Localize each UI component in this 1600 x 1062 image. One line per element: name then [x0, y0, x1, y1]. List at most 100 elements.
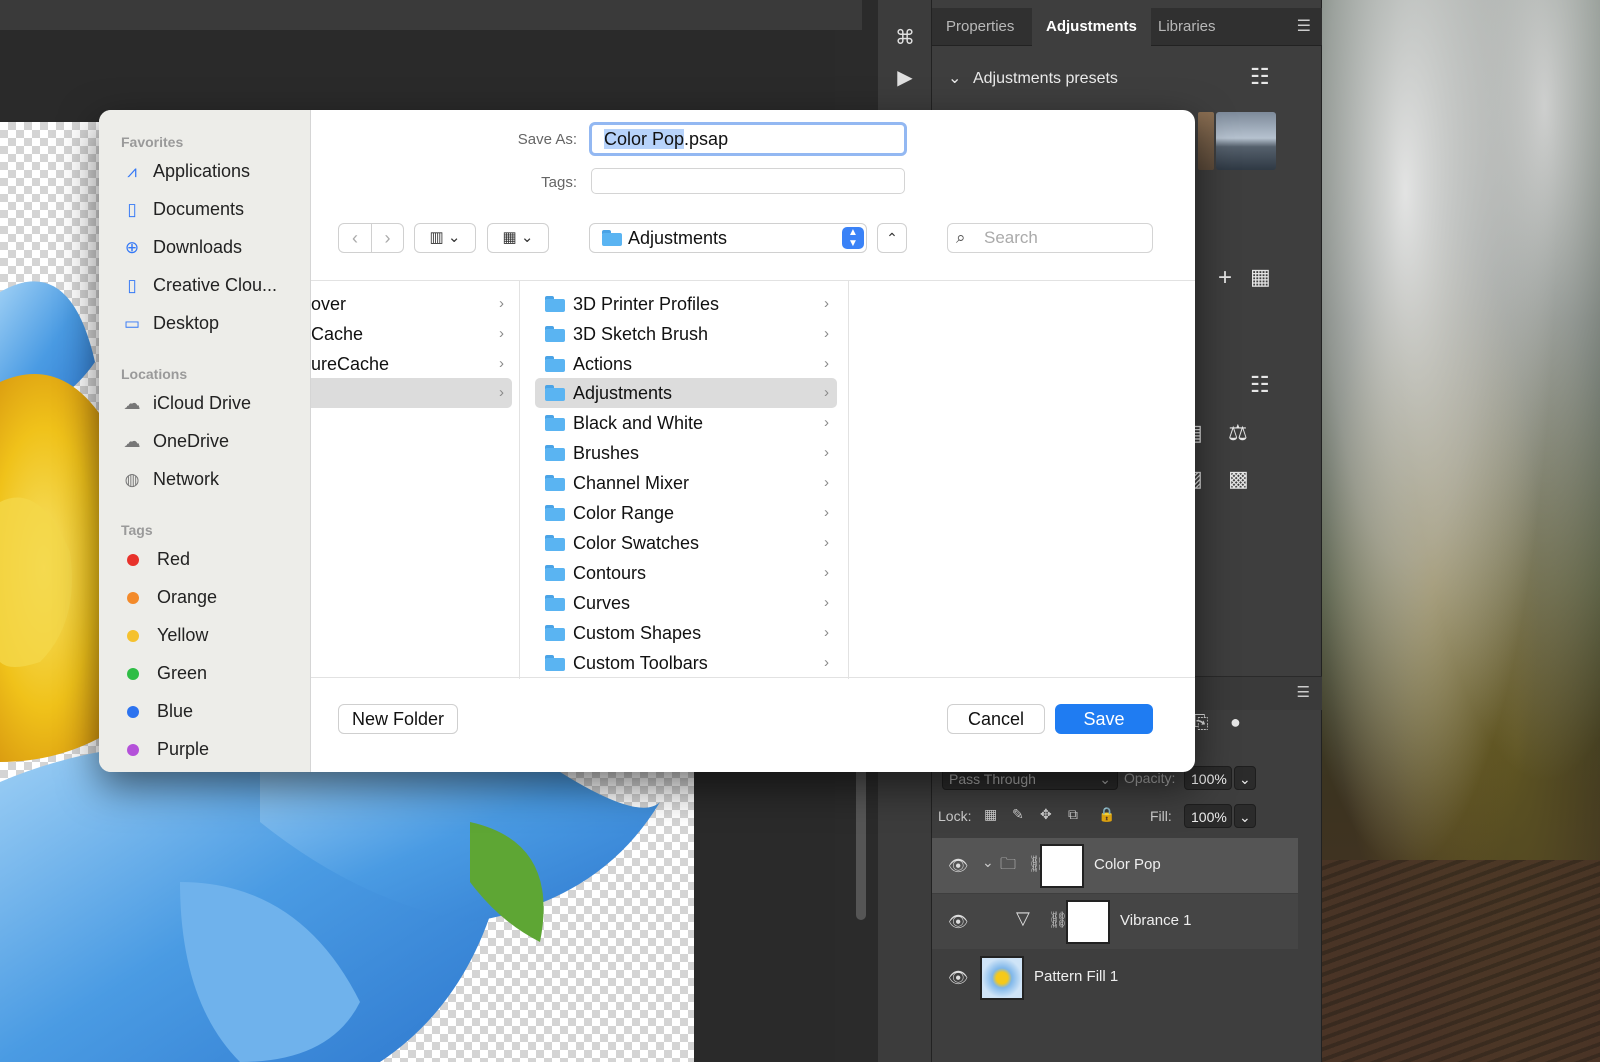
- opacity-label: Opacity:: [1124, 770, 1176, 786]
- list-item-label: over: [311, 294, 347, 314]
- list-view-icon[interactable]: ☷: [1250, 64, 1270, 90]
- sidebar-item-network[interactable]: ◍ Network: [121, 466, 219, 492]
- list-item[interactable]: Color Range ›: [535, 498, 837, 528]
- grid-view-icon[interactable]: ▦: [1250, 264, 1271, 290]
- chevron-right-icon: ›: [824, 325, 829, 342]
- tab-libraries[interactable]: Libraries: [1144, 8, 1230, 46]
- tag-dot: [127, 554, 139, 566]
- play-icon[interactable]: ▶: [891, 64, 919, 92]
- list-item[interactable]: Adjustments ›: [535, 378, 837, 408]
- tab-properties[interactable]: Properties: [932, 8, 1028, 46]
- visibility-eye-icon[interactable]: 👁: [948, 968, 968, 987]
- list-item[interactable]: Cache ›: [311, 319, 512, 349]
- list-item[interactable]: over ›: [311, 289, 512, 319]
- sidebar-item-icloud-drive[interactable]: ☁ iCloud Drive: [121, 390, 252, 416]
- cancel-button[interactable]: Cancel: [947, 704, 1045, 734]
- new-folder-button[interactable]: New Folder: [338, 704, 459, 734]
- list-view-icon[interactable]: ☷: [1250, 372, 1270, 398]
- toggle-icon[interactable]: ●: [1230, 712, 1241, 733]
- list-item[interactable]: Black and White ›: [535, 408, 837, 438]
- tab-adjustments[interactable]: Adjustments: [1032, 8, 1151, 46]
- sidebar-item-creative-cloud[interactable]: ▯ Creative Clou...: [121, 272, 277, 298]
- layer-mask-thumbnail[interactable]: [1040, 844, 1084, 888]
- list-item-label: Brushes: [573, 443, 640, 463]
- list-item[interactable]: Custom Toolbars ›: [535, 648, 837, 678]
- list-item-label: Black and White: [573, 413, 704, 433]
- sidebar-tag-orange[interactable]: Orange: [121, 584, 217, 610]
- sidebar-item-onedrive[interactable]: ☁ OneDrive: [121, 428, 230, 454]
- chevron-up-icon: ⌃: [886, 230, 898, 246]
- sidebar-item-label: Downloads: [153, 237, 243, 257]
- fill-input[interactable]: 100%: [1184, 804, 1232, 828]
- layer-name: Pattern Fill 1: [1034, 968, 1119, 985]
- lock-artboard-icon[interactable]: ⎘: [1194, 712, 1208, 733]
- list-item[interactable]: ureCache ›: [311, 349, 512, 379]
- panel-tabs: Properties Adjustments Libraries: [932, 8, 1322, 46]
- sidebar-item-label: Network: [153, 469, 220, 489]
- sidebar-item-label: Blue: [157, 701, 194, 721]
- chevron-down-icon[interactable]: ⌄: [982, 854, 994, 871]
- chevron-right-icon[interactable]: ›: [371, 224, 403, 252]
- layer-thumbnail[interactable]: [980, 956, 1024, 1000]
- list-item[interactable]: Brushes ›: [535, 438, 837, 468]
- sidebar-tag-green[interactable]: Green: [121, 660, 207, 686]
- tags-field[interactable]: [591, 168, 905, 194]
- sidebar-item-label: Orange: [157, 587, 218, 607]
- sidebar-item-downloads[interactable]: ⊕ Downloads: [121, 234, 242, 260]
- sidebar-item-documents[interactable]: ▯ Documents: [121, 196, 244, 222]
- desktop-icon: ▭: [123, 314, 141, 333]
- locations-heading: Locations: [121, 366, 188, 382]
- expand-collapse-button[interactable]: ⌃: [877, 223, 907, 253]
- list-item[interactable]: Channel Mixer ›: [535, 468, 837, 498]
- chevron-left-icon[interactable]: ‹: [339, 224, 371, 252]
- downloads-icon: ⊕: [124, 238, 140, 257]
- lock-move-icon[interactable]: ✥: [1040, 806, 1052, 823]
- column-view-button[interactable]: ▥ ⌄: [414, 223, 476, 253]
- sidebar-tag-red[interactable]: Red: [121, 546, 190, 572]
- layers-menu-icon[interactable]: ☰: [1297, 683, 1310, 701]
- list-item[interactable]: 3D Printer Profiles ›: [535, 289, 837, 319]
- layer-row[interactable]: 👁 Pattern Fill 1: [932, 950, 1298, 1005]
- columns-icon: ▥: [429, 229, 444, 246]
- lock-paint-icon[interactable]: ✎: [1012, 806, 1024, 823]
- fill-dropdown-icon[interactable]: ⌄: [1234, 804, 1256, 828]
- sidebar-tag-purple[interactable]: Purple: [121, 736, 209, 762]
- sidebar-item-desktop[interactable]: ▭ Desktop: [121, 310, 219, 336]
- lock-all-icon[interactable]: 🔒: [1098, 806, 1115, 823]
- list-item[interactable]: Color Swatches ›: [535, 528, 837, 558]
- tag-dot: [127, 630, 139, 642]
- sidebar-item-applications[interactable]: ⩘ Applications: [121, 158, 250, 184]
- preset-thumbnail[interactable]: [1216, 112, 1276, 170]
- tags-label: Tags:: [541, 174, 577, 191]
- save-as-field[interactable]: Color Pop.psap: [589, 122, 907, 156]
- save-as-label: Save As:: [517, 131, 577, 148]
- layer-row[interactable]: 👁 ▽ ⛓ Vibrance 1: [932, 894, 1298, 949]
- group-view-button[interactable]: ▦ ⌄: [487, 223, 549, 253]
- layer-mask-thumbnail[interactable]: [1066, 900, 1110, 944]
- save-button[interactable]: Save: [1055, 704, 1153, 734]
- sidebar-tag-blue[interactable]: Blue: [121, 698, 193, 724]
- visibility-eye-icon[interactable]: 👁: [948, 856, 968, 875]
- opacity-dropdown-icon[interactable]: ⌄: [1234, 766, 1256, 790]
- sidebar-tag-yellow[interactable]: Yellow: [121, 622, 208, 648]
- lock-transparent-icon[interactable]: ▦: [984, 806, 997, 823]
- list-item[interactable]: Curves ›: [535, 588, 837, 618]
- layer-row[interactable]: 👁 ⌄ 🗀 ⛓ Color Pop: [932, 838, 1298, 893]
- balance-icon[interactable]: ⚖: [1228, 420, 1248, 446]
- add-icon[interactable]: +: [1218, 264, 1232, 292]
- lock-artboard-icon[interactable]: ⧉: [1068, 806, 1078, 823]
- visibility-eye-icon[interactable]: 👁: [948, 912, 968, 931]
- posterize-icon[interactable]: ▩: [1228, 466, 1249, 492]
- list-item[interactable]: Contours ›: [535, 558, 837, 588]
- list-item[interactable]: Custom Shapes ›: [535, 618, 837, 648]
- list-item[interactable]: 3D Sketch Brush ›: [535, 319, 837, 349]
- list-item[interactable]: Actions ›: [535, 349, 837, 379]
- preset-thumbnail[interactable]: [1198, 112, 1214, 170]
- chevron-right-icon: ›: [824, 504, 829, 521]
- location-popup[interactable]: Adjustments ▲ ▼: [589, 223, 867, 253]
- history-icon[interactable]: ⌘: [891, 24, 919, 52]
- list-item[interactable]: ›: [311, 378, 512, 408]
- chevron-right-icon: ›: [824, 624, 829, 641]
- panel-menu-icon[interactable]: ☰: [1297, 8, 1311, 46]
- search-input[interactable]: ⌕ Search: [947, 223, 1153, 253]
